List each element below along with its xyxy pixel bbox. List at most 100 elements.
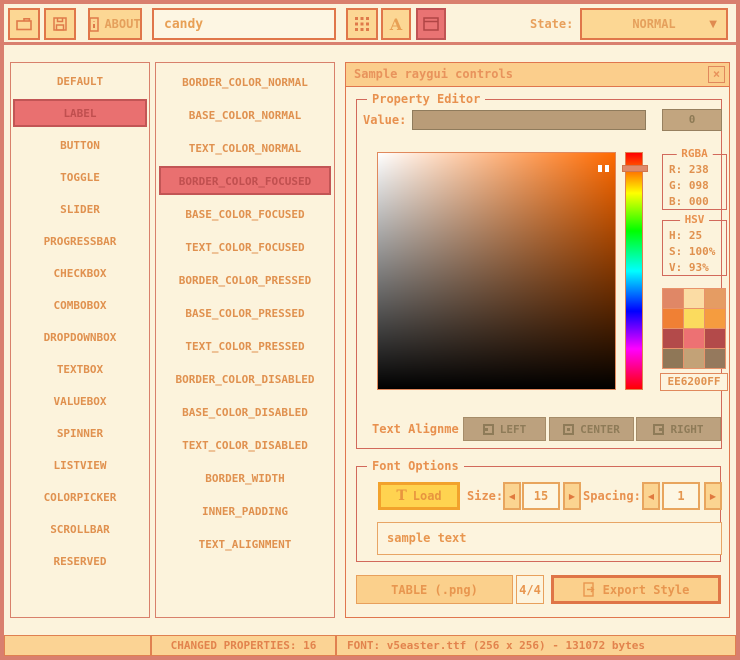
list-item-listview[interactable]: LISTVIEW bbox=[13, 451, 147, 479]
grid-mode-button[interactable] bbox=[346, 8, 378, 40]
palette-swatch[interactable] bbox=[684, 309, 704, 328]
size-label: Size: bbox=[467, 482, 503, 510]
list-item-combobox[interactable]: COMBOBOX bbox=[13, 291, 147, 319]
align-right-icon bbox=[653, 424, 664, 435]
sample-controls-window: Sample raygui controls × Property Editor… bbox=[345, 62, 730, 618]
palette-swatch[interactable] bbox=[663, 289, 683, 308]
list-item-base_color_pressed[interactable]: BASE_COLOR_PRESSED bbox=[159, 298, 331, 327]
save-file-button[interactable] bbox=[44, 8, 76, 40]
list-item-border_width[interactable]: BORDER_WIDTH bbox=[159, 463, 331, 492]
palette-swatch[interactable] bbox=[663, 309, 683, 328]
state-dropdown-value: NORMAL bbox=[632, 17, 675, 31]
list-item-dropdownbox[interactable]: DROPDOWNBOX bbox=[13, 323, 147, 351]
list-item-text_color_disabled[interactable]: TEXT_COLOR_DISABLED bbox=[159, 430, 331, 459]
hue-bar[interactable] bbox=[625, 152, 643, 390]
palette-swatch[interactable] bbox=[684, 289, 704, 308]
list-item-valuebox[interactable]: VALUEBOX bbox=[13, 387, 147, 415]
font-mode-button[interactable]: A bbox=[381, 8, 411, 40]
list-item-border_color_normal[interactable]: BORDER_COLOR_NORMAL bbox=[159, 67, 331, 96]
list-item-default[interactable]: DEFAULT bbox=[13, 67, 147, 95]
grid-icon bbox=[355, 17, 369, 31]
list-item-label[interactable]: LABEL bbox=[13, 99, 147, 127]
open-file-button[interactable] bbox=[8, 8, 40, 40]
spacing-decrease-button[interactable]: ◀ bbox=[642, 482, 660, 510]
palette-swatch[interactable] bbox=[663, 329, 683, 348]
align-left-button[interactable]: LEFT bbox=[463, 417, 546, 441]
align-center-button[interactable]: CENTER bbox=[549, 417, 634, 441]
palette-swatch[interactable] bbox=[684, 329, 704, 348]
list-item-border_color_focused[interactable]: BORDER_COLOR_FOCUSED bbox=[159, 166, 331, 195]
list-item-progressbar[interactable]: PROGRESSBAR bbox=[13, 227, 147, 255]
hue-slider-handle[interactable] bbox=[622, 165, 648, 172]
hex-color-input[interactable]: EE6200FF bbox=[660, 373, 728, 391]
hsv-v-value: V: 93% bbox=[663, 261, 726, 275]
list-item-border_color_pressed[interactable]: BORDER_COLOR_PRESSED bbox=[159, 265, 331, 294]
hsv-s-value: S: 100% bbox=[663, 245, 726, 259]
palette-swatch[interactable] bbox=[705, 349, 725, 368]
export-icon bbox=[583, 582, 596, 597]
sample-text-input[interactable]: sample text bbox=[377, 522, 722, 555]
list-item-base_color_focused[interactable]: BASE_COLOR_FOCUSED bbox=[159, 199, 331, 228]
palette-swatch[interactable] bbox=[663, 349, 683, 368]
list-item-text_color_pressed[interactable]: TEXT_COLOR_PRESSED bbox=[159, 331, 331, 360]
page-indicator: 4/4 bbox=[516, 575, 544, 604]
size-value-box[interactable]: 15 bbox=[522, 482, 560, 510]
table-export-button[interactable]: TABLE (.png) bbox=[356, 575, 513, 604]
controls-mode-button[interactable] bbox=[416, 8, 446, 40]
status-empty-segment bbox=[4, 635, 151, 656]
property-editor-group: Property Editor Value: 0 RGBA R: 238 G: … bbox=[356, 99, 722, 449]
export-style-label: Export Style bbox=[603, 583, 690, 597]
color-picker-square[interactable] bbox=[377, 152, 616, 390]
rgba-group: RGBA R: 238 G: 098 B: 000 bbox=[662, 154, 727, 210]
text-alignment-label: Text Alignme bbox=[372, 417, 464, 441]
spacing-value-box[interactable]: 1 bbox=[662, 482, 700, 510]
rgba-r-value: R: 238 bbox=[663, 163, 726, 177]
palette-swatch[interactable] bbox=[705, 289, 725, 308]
about-button[interactable]: ABOUT bbox=[88, 8, 142, 40]
close-icon: × bbox=[713, 63, 720, 86]
list-item-inner_padding[interactable]: INNER_PADDING bbox=[159, 496, 331, 525]
list-item-slider[interactable]: SLIDER bbox=[13, 195, 147, 223]
list-item-base_color_disabled[interactable]: BASE_COLOR_DISABLED bbox=[159, 397, 331, 426]
palette-swatch[interactable] bbox=[705, 309, 725, 328]
list-item-text_color_focused[interactable]: TEXT_COLOR_FOCUSED bbox=[159, 232, 331, 261]
color-picker-marker[interactable] bbox=[598, 165, 609, 172]
value-box[interactable]: 0 bbox=[662, 109, 722, 131]
list-item-reserved[interactable]: RESERVED bbox=[13, 547, 147, 575]
list-item-spinner[interactable]: SPINNER bbox=[13, 419, 147, 447]
arrow-left-icon: ◀ bbox=[509, 492, 515, 501]
style-name-input[interactable] bbox=[152, 8, 336, 40]
size-increase-button[interactable]: ▶ bbox=[563, 482, 581, 510]
align-right-button[interactable]: RIGHT bbox=[636, 417, 721, 441]
load-font-button[interactable]: T Load bbox=[378, 482, 460, 510]
palette-swatch[interactable] bbox=[684, 349, 704, 368]
list-item-textbox[interactable]: TEXTBOX bbox=[13, 355, 147, 383]
arrow-right-icon: ▶ bbox=[569, 492, 575, 501]
list-item-colorpicker[interactable]: COLORPICKER bbox=[13, 483, 147, 511]
align-center-label: CENTER bbox=[580, 423, 620, 436]
export-style-button[interactable]: Export Style bbox=[551, 575, 721, 604]
properties-list: BORDER_COLOR_NORMAL BASE_COLOR_NORMAL TEXT… bbox=[155, 62, 335, 618]
size-decrease-button[interactable]: ◀ bbox=[503, 482, 521, 510]
list-item-button[interactable]: BUTTON bbox=[13, 131, 147, 159]
color-palette bbox=[662, 288, 726, 369]
list-item-border_color_disabled[interactable]: BORDER_COLOR_DISABLED bbox=[159, 364, 331, 393]
palette-swatch[interactable] bbox=[705, 329, 725, 348]
sample-window-titlebar[interactable]: Sample raygui controls × bbox=[346, 63, 729, 87]
window-icon bbox=[423, 17, 439, 31]
value-slider[interactable] bbox=[412, 110, 646, 130]
list-item-checkbox[interactable]: CHECKBOX bbox=[13, 259, 147, 287]
rgba-b-value: B: 000 bbox=[663, 195, 726, 209]
list-item-text_color_normal[interactable]: TEXT_COLOR_NORMAL bbox=[159, 133, 331, 162]
list-item-base_color_normal[interactable]: BASE_COLOR_NORMAL bbox=[159, 100, 331, 129]
letter-a-icon: A bbox=[390, 15, 402, 34]
align-right-label: RIGHT bbox=[670, 423, 703, 436]
list-item-text_alignment[interactable]: TEXT_ALIGNMENT bbox=[159, 529, 331, 558]
list-item-toggle[interactable]: TOGGLE bbox=[13, 163, 147, 191]
spacing-increase-button[interactable]: ▶ bbox=[704, 482, 722, 510]
about-button-label: ABOUT bbox=[104, 17, 140, 31]
property-editor-label: Property Editor bbox=[367, 92, 485, 106]
state-dropdown[interactable]: NORMAL ▼ bbox=[580, 8, 728, 40]
close-button[interactable]: × bbox=[708, 66, 725, 83]
list-item-scrollbar[interactable]: SCROLLBAR bbox=[13, 515, 147, 543]
